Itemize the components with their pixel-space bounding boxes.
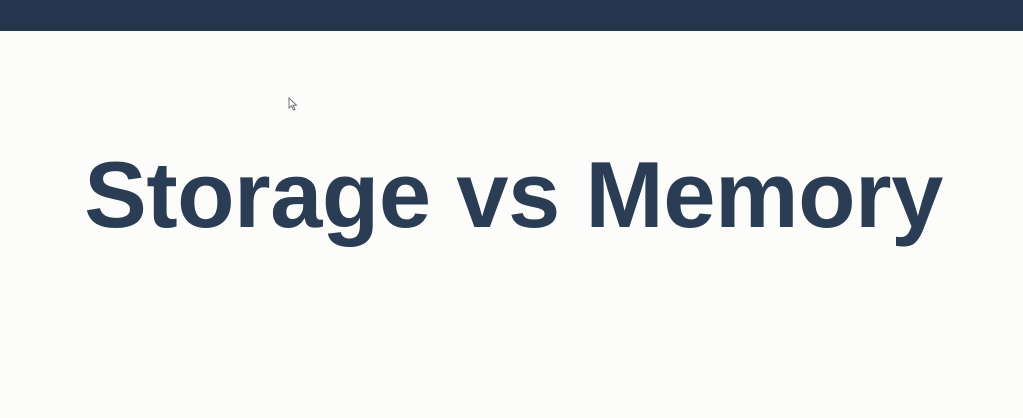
mouse-cursor-icon <box>288 97 298 111</box>
slide-title: Storage vs Memory <box>84 142 943 247</box>
top-bar <box>0 0 1023 31</box>
